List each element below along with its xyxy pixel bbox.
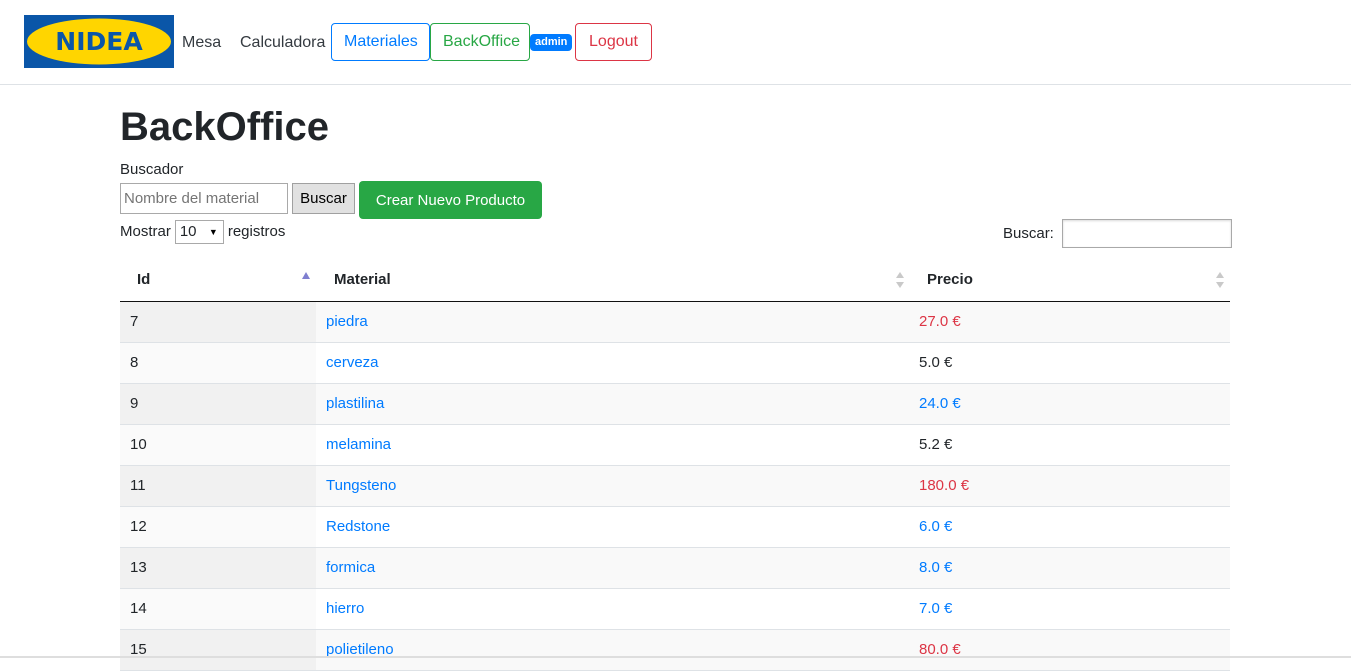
materials-table: Id Material Precio 7 piedra 27.0 € 8 cerveza… — [120, 259, 1230, 671]
sort-asc-icon[interactable] — [301, 259, 311, 301]
table-row: 13 formica 8.0 € — [120, 548, 1230, 589]
materiales-button[interactable]: Materiales — [331, 23, 430, 61]
nidea-logo-icon: NIDEA — [24, 15, 174, 68]
cell-material-link[interactable]: formica — [326, 548, 375, 588]
column-header-material[interactable]: Material — [334, 259, 391, 301]
cell-material-link[interactable]: Tungsteno — [326, 466, 396, 506]
cell-material-link[interactable]: cerveza — [326, 343, 379, 383]
select-caret-icon: ▼ — [208, 227, 218, 237]
material-search-input[interactable] — [120, 183, 288, 214]
cell-precio: 7.0 € — [919, 600, 953, 617]
cell-precio: 5.2 € — [919, 436, 953, 453]
sort-both-icon[interactable] — [1215, 259, 1225, 301]
filter-label: Buscar: — [1003, 225, 1054, 242]
column-header-precio-label: Precio — [927, 271, 973, 288]
nidea-logo[interactable]: NIDEA — [24, 15, 174, 68]
table-row: 14 hierro 7.0 € — [120, 589, 1230, 630]
logo-text: NIDEA — [55, 27, 143, 56]
cell-id: 8 — [120, 343, 316, 383]
column-header-id[interactable]: Id — [137, 259, 150, 301]
cell-id: 12 — [120, 507, 316, 547]
table-filter: Buscar: — [1003, 219, 1232, 248]
nav-link-calculadora[interactable]: Calculadora — [240, 33, 325, 53]
table-row: 12 Redstone 6.0 € — [120, 507, 1230, 548]
cell-material-link[interactable]: plastilina — [326, 384, 384, 424]
cell-precio: 27.0 € — [919, 313, 961, 330]
cell-material-link[interactable]: polietileno — [326, 630, 394, 670]
cell-material-link[interactable]: piedra — [326, 302, 368, 342]
cell-precio: 6.0 € — [919, 518, 953, 535]
table-filter-input[interactable] — [1061, 219, 1232, 248]
cell-id: 14 — [120, 589, 316, 629]
search-label: Buscador — [120, 161, 184, 178]
cell-precio: 8.0 € — [919, 559, 953, 576]
table-row: 8 cerveza 5.0 € — [120, 343, 1230, 384]
cell-material-link[interactable]: Redstone — [326, 507, 390, 547]
page-title: BackOffice — [120, 105, 329, 149]
cell-precio: 180.0 € — [919, 477, 970, 494]
length-suffix: registros — [227, 223, 286, 240]
role-badge: admin — [530, 34, 573, 51]
create-product-button[interactable]: Crear Nuevo Producto — [359, 181, 542, 219]
cell-id: 10 — [120, 425, 316, 465]
nav-link-mesa[interactable]: Mesa — [182, 33, 221, 53]
search-button[interactable]: Buscar — [292, 183, 355, 214]
cell-precio: 80.0 € — [919, 641, 961, 658]
cell-id: 13 — [120, 548, 316, 588]
cell-material-link[interactable]: hierro — [326, 589, 364, 629]
logout-button[interactable]: Logout — [575, 23, 652, 61]
page-length-select[interactable]: 10 ▼ — [174, 220, 224, 244]
table-row: 10 melamina 5.2 € — [120, 425, 1230, 466]
table-header: Id Material Precio — [120, 259, 1230, 302]
column-header-id-label: Id — [137, 271, 151, 288]
table-row: 11 Tungsteno 180.0 € — [120, 466, 1230, 507]
table-row: 15 polietileno 80.0 € — [120, 630, 1230, 671]
cell-id: 11 — [120, 466, 316, 506]
cell-precio: 24.0 € — [919, 395, 961, 412]
sort-both-icon[interactable] — [895, 259, 905, 301]
page-length-control: Mostrar 10 ▼ registros — [120, 220, 285, 244]
length-prefix: Mostrar — [120, 223, 171, 240]
cell-precio: 5.0 € — [919, 354, 953, 371]
table-row: 7 piedra 27.0 € — [120, 302, 1230, 343]
backoffice-button[interactable]: BackOffice — [430, 23, 530, 61]
table-row: 9 plastilina 24.0 € — [120, 384, 1230, 425]
column-header-material-label: Material — [334, 271, 391, 288]
column-header-precio[interactable]: Precio — [927, 259, 973, 301]
navbar: NIDEA Mesa Calculadora Materiales BackOf… — [0, 0, 1351, 85]
page-length-value: 10 — [179, 223, 197, 240]
table-body: 7 piedra 27.0 € 8 cerveza 5.0 € 9 plastilina 24.… — [120, 302, 1230, 671]
cell-id: 7 — [120, 302, 316, 342]
cell-id: 15 — [120, 630, 316, 670]
cell-material-link[interactable]: melamina — [326, 425, 391, 465]
cell-id: 9 — [120, 384, 316, 424]
